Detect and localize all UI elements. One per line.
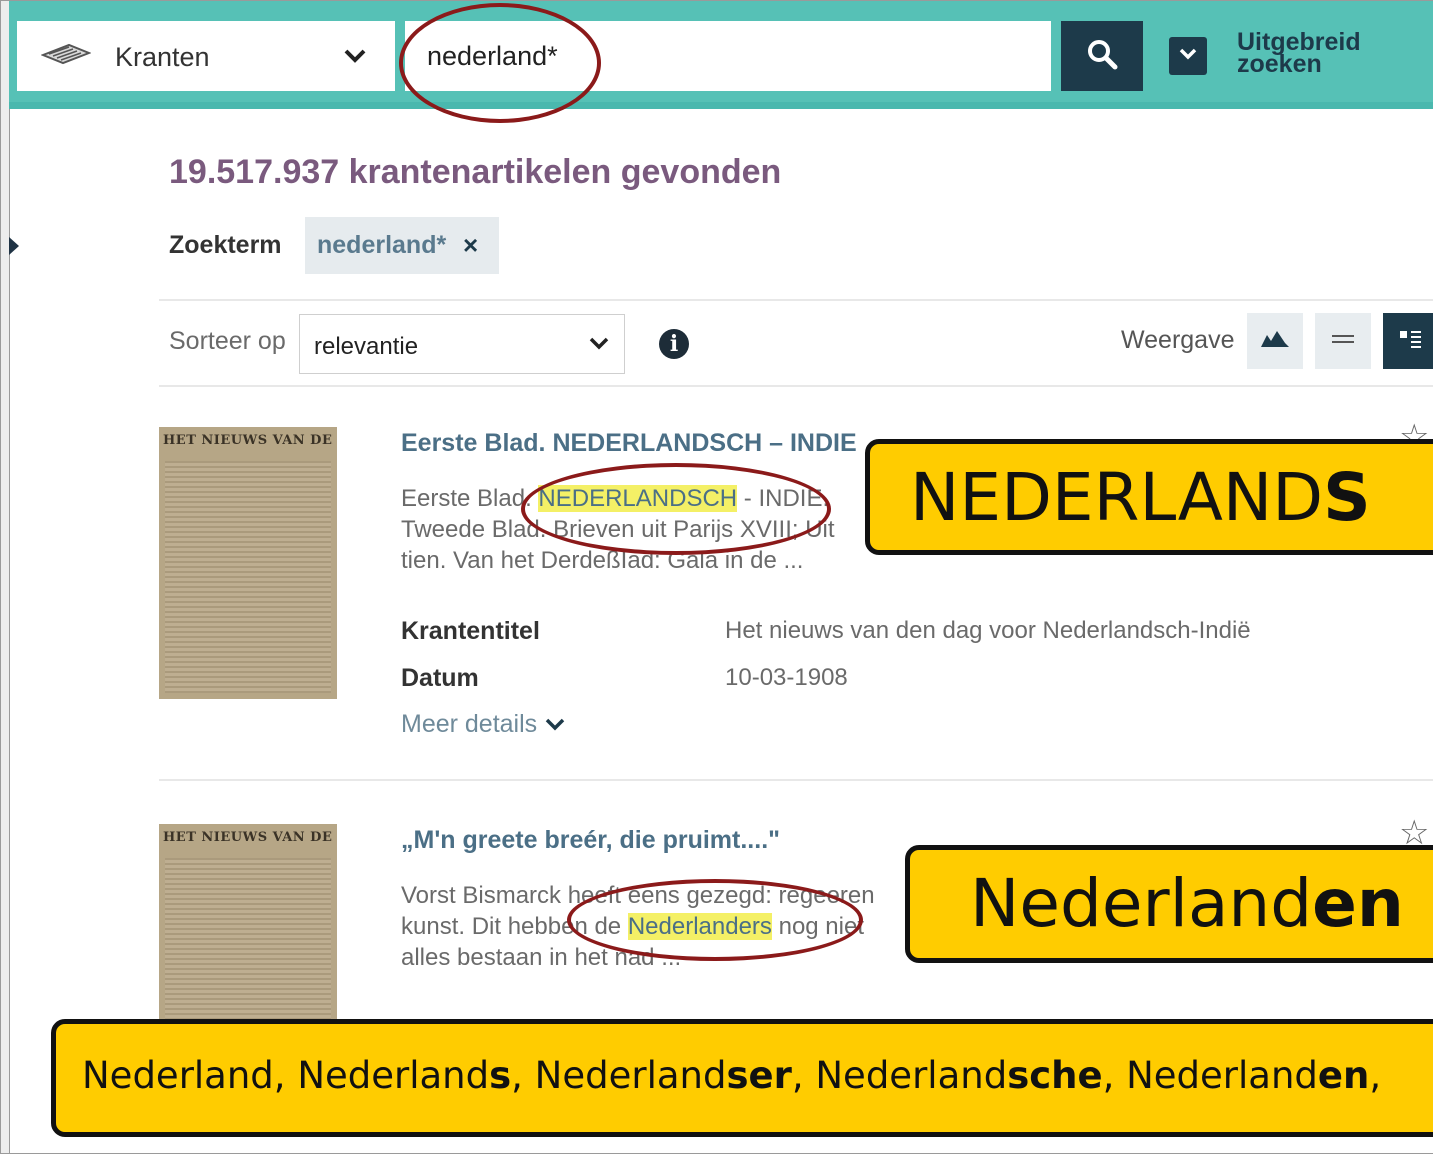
callout-text: NEDERLAND [910, 459, 1324, 536]
meta-label-newspaper: Krantentitel [401, 617, 540, 645]
search-term-chip: nederland* × [305, 217, 499, 274]
meta-label-date: Datum [401, 664, 479, 692]
annotation-ellipse-highlight-1 [521, 463, 831, 555]
callout-text: Nederland [970, 865, 1313, 942]
advanced-search-toggle[interactable] [1169, 37, 1207, 75]
search-term-label: Zoekterm [169, 231, 282, 259]
result-title-link[interactable]: „M'n greete breér, die pruimt...." [401, 826, 780, 855]
callout-bold-suffix: S [1323, 459, 1371, 536]
search-bar: Kranten Uitgebreid zoeken [9, 1, 1433, 109]
search-button[interactable] [1061, 21, 1143, 91]
advanced-search-link[interactable]: Uitgebreid zoeken [1237, 30, 1361, 78]
chevron-down-icon [343, 47, 367, 70]
callout-nederlands: NEDERLANDS [865, 439, 1433, 555]
callout-text: , [1369, 1054, 1382, 1097]
annotation-ellipse-query [399, 3, 601, 123]
view-detail-button[interactable] [1383, 313, 1433, 369]
source-select[interactable]: Kranten [17, 21, 395, 91]
more-details-label: Meer details [401, 710, 538, 738]
sort-label: Sorteer op [169, 327, 286, 355]
view-label: Weergave [1121, 326, 1235, 354]
thumbnail-masthead: HET NIEUWS VAN DEN DAG [163, 830, 333, 845]
callout-word-forms: Nederland, Nederlands, Nederlandser, Ned… [51, 1019, 1433, 1137]
view-images-button[interactable] [1247, 313, 1303, 369]
sort-select[interactable]: relevantie [299, 314, 625, 374]
callout-text: , Nederland [273, 1054, 490, 1097]
advanced-search-label-line2: zoeken [1237, 50, 1322, 78]
result-thumbnail[interactable]: HET NIEUWS VAN DEN DAG [159, 427, 337, 699]
chevron-down-icon [1178, 47, 1198, 66]
annotation-ellipse-highlight-2 [567, 879, 863, 961]
detail-view-icon [1398, 327, 1424, 356]
image-view-icon [1261, 330, 1289, 352]
callout-text: , Nederland [511, 1054, 727, 1097]
source-select-label: Kranten [115, 42, 210, 72]
callout-bold-suffix: s [489, 1054, 512, 1097]
remove-term-icon[interactable]: × [463, 230, 478, 261]
divider [159, 385, 1433, 387]
app-frame: Kranten Uitgebreid zoeken 19.517.937 kra… [0, 0, 1433, 1154]
divider [159, 779, 1433, 781]
newspaper-icon [40, 43, 92, 70]
meta-value-date: 10-03-1908 [725, 664, 848, 691]
more-details-link[interactable]: Meer details [401, 710, 566, 739]
sort-select-value: relevantie [314, 333, 419, 360]
panel-toggle-arrow-icon[interactable] [9, 237, 19, 255]
snippet-text: Eerste Blad. [401, 485, 539, 512]
callout-nederlanden: Nederlanden [905, 845, 1433, 963]
left-edge-panel [1, 1, 19, 1153]
chevron-down-icon [544, 710, 566, 738]
callout-text: , Nederland [1102, 1054, 1318, 1097]
thumbnail-masthead: HET NIEUWS VAN DEN DAG [163, 433, 333, 448]
search-icon [1086, 38, 1118, 75]
chevron-down-icon [588, 335, 610, 356]
callout-bold-suffix: en [1312, 865, 1404, 942]
search-term-chip-text: nederland* [317, 231, 447, 259]
callout-text: Nederland [82, 1054, 274, 1097]
view-list-button[interactable] [1315, 313, 1371, 369]
callout-bold-suffix: ser [726, 1054, 792, 1097]
callout-bold-suffix: en [1317, 1054, 1370, 1097]
info-icon[interactable]: i [659, 329, 689, 359]
meta-value-newspaper: Het nieuws van den dag voor Nederlandsch… [725, 617, 1251, 644]
list-view-icon [1332, 332, 1354, 350]
result-title-link[interactable]: Eerste Blad. NEDERLANDSCH – INDIE [401, 429, 857, 458]
callout-bold-suffix: sche [1007, 1054, 1103, 1097]
callout-text: , Nederland [791, 1054, 1008, 1097]
divider [159, 299, 1433, 301]
results-count: 19.517.937 krantenartikelen gevonden [169, 153, 782, 191]
